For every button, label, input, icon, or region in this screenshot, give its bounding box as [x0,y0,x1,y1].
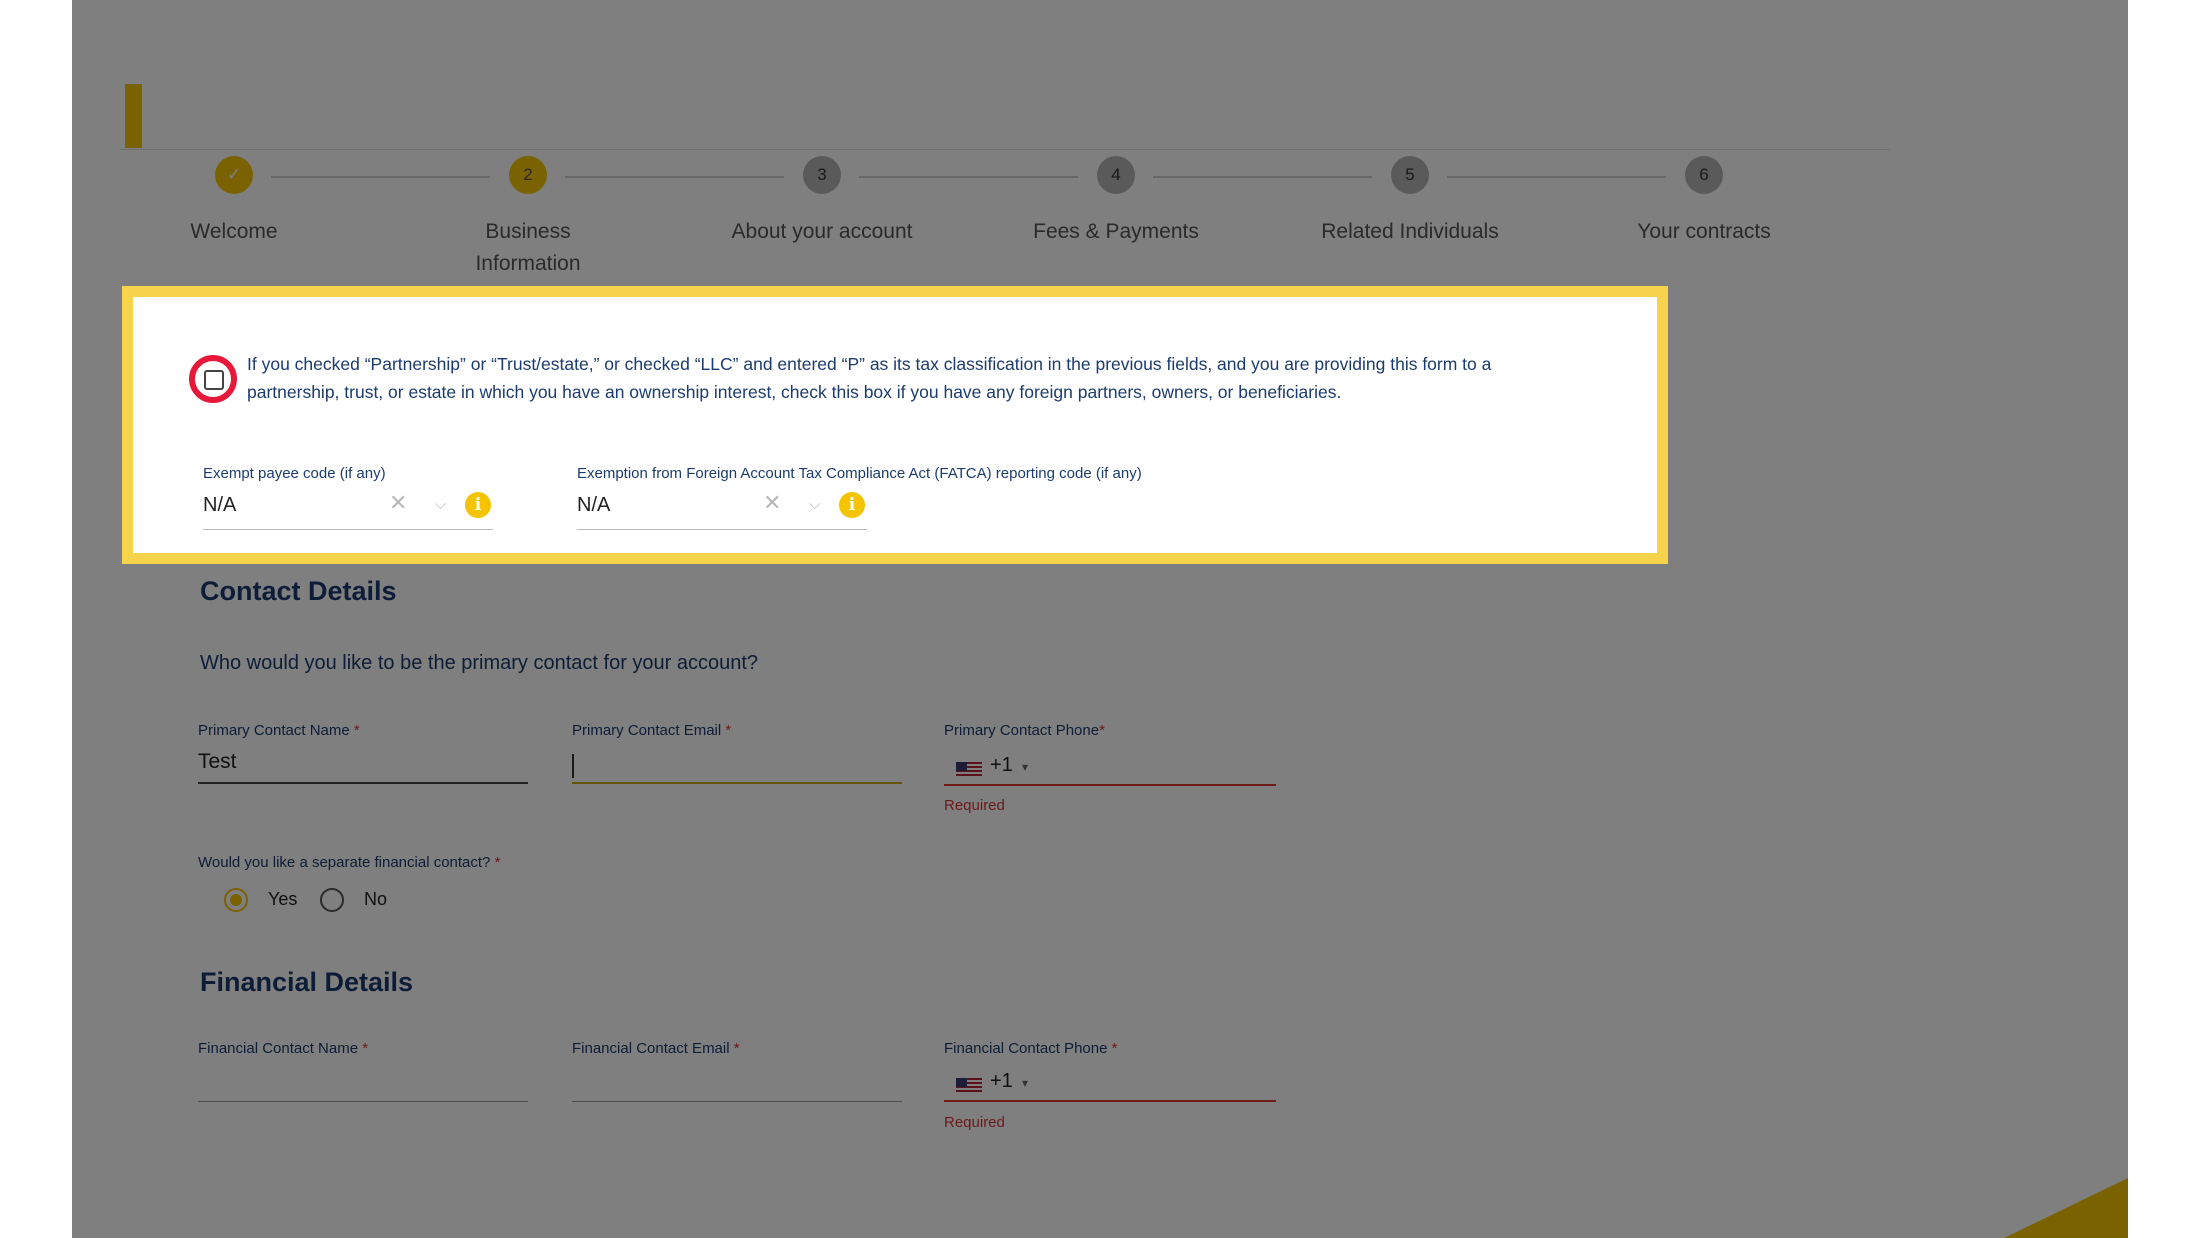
foreign-partners-text: If you checked “Partnership” or “Trust/e… [247,354,1492,402]
brand-accent-bar [125,84,142,148]
chevron-down-icon[interactable]: ⌵ [809,496,820,513]
financial-contact-email-input[interactable] [572,1068,902,1102]
step-label: Your contracts [1637,220,1771,243]
step-welcome[interactable]: ✓ Welcome [84,156,384,248]
fatca-select[interactable]: N/A ✕ ⌵ i [577,490,867,530]
clear-icon[interactable]: ✕ [763,490,781,516]
primary-contact-question: Who would you like to be the primary con… [200,652,759,674]
primary-contact-email-input[interactable] [572,750,902,784]
step-label: Welcome [190,220,278,243]
primary-contact-phone-input[interactable]: +1 ▾ [944,750,1276,786]
exempt-payee-value: N/A [203,494,237,516]
us-flag-icon[interactable] [956,1078,982,1094]
fatca-value: N/A [577,494,611,516]
step-number: 4 [1097,156,1135,194]
dial-code[interactable]: +1 [990,1070,1013,1093]
step-related-individuals[interactable]: 5 Related Individuals [1260,156,1560,248]
radio-no-label[interactable]: No [364,889,387,910]
dial-code[interactable]: +1 [990,754,1013,777]
primary-contact-name-label: Primary Contact Name * [198,722,360,739]
exempt-payee-select[interactable]: N/A ✕ ⌵ i [203,490,493,530]
header-divider [120,149,1890,150]
step-number: 5 [1391,156,1429,194]
radio-yes-label[interactable]: Yes [268,889,297,910]
contact-details-title: Contact Details [200,576,397,606]
step-label: Related Individuals [1321,220,1499,243]
us-flag-icon[interactable] [956,762,982,778]
info-icon[interactable]: i [839,492,865,518]
clear-icon[interactable]: ✕ [389,490,407,516]
radio-no[interactable] [320,888,344,912]
primary-contact-email-label: Primary Contact Email * [572,722,732,739]
separate-financial-contact-label: Would you like a separate financial cont… [198,854,501,871]
info-icon[interactable]: i [465,492,491,518]
exempt-payee-label: Exempt payee code (if any) [203,465,386,482]
financial-contact-name-label: Financial Contact Name * [198,1040,369,1057]
step-fees-payments[interactable]: 4 Fees & Payments [966,156,1266,248]
step-about-your-account[interactable]: 3 About your account [672,156,972,248]
check-icon: ✓ [215,156,253,194]
page: ✓ Welcome 2 Business Information 3 About… [72,0,2128,1238]
financial-details-title: Financial Details [200,967,414,997]
step-number: 3 [803,156,841,194]
chevron-down-icon[interactable]: ⌵ [435,496,446,513]
caret-down-icon[interactable]: ▾ [1022,760,1028,774]
annotation-ring [189,355,237,403]
financial-phone-error: Required [944,1114,1005,1131]
step-business-information[interactable]: 2 Business Information [378,156,678,280]
radio-yes[interactable] [224,888,248,912]
caret-down-icon[interactable]: ▾ [1022,1076,1028,1090]
step-number: 2 [509,156,547,194]
primary-contact-phone-label: Primary Contact Phone* [944,722,1105,739]
financial-contact-phone-input[interactable]: +1 ▾ [944,1066,1276,1102]
corner-decoration [2004,1178,2128,1238]
step-label: Business Information [475,220,581,275]
fatca-label: Exemption from Foreign Account Tax Compl… [577,465,1142,482]
step-label: Fees & Payments [1033,220,1199,243]
financial-contact-phone-label: Financial Contact Phone * [944,1040,1118,1057]
financial-contact-name-input[interactable] [198,1068,528,1102]
primary-phone-error: Required [944,797,1005,814]
step-your-contracts[interactable]: 6 Your contracts [1554,156,1854,248]
step-number: 6 [1685,156,1723,194]
primary-contact-name-input[interactable]: Test [198,750,528,784]
text-cursor [572,754,574,778]
financial-contact-email-label: Financial Contact Email * [572,1040,740,1057]
step-label: About your account [731,220,913,243]
